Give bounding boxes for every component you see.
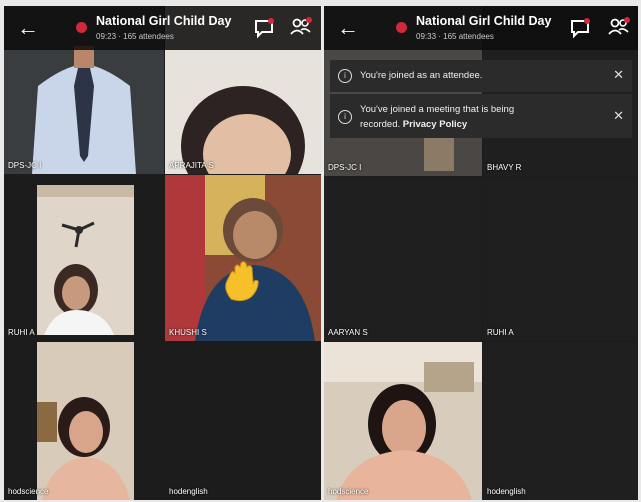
chat-icon[interactable] xyxy=(568,16,592,40)
notification-attendee: i You're joined as an attendee. ✕ xyxy=(330,60,632,92)
notification-recording: i You've joined a meeting that is being … xyxy=(330,94,632,138)
video-tile-ruhi[interactable]: RUHI A xyxy=(483,177,638,341)
video-tile-hodscience[interactable]: hodscience xyxy=(324,342,482,500)
notification-text: You're joined as an attendee. xyxy=(360,70,483,81)
close-icon[interactable]: ✕ xyxy=(613,67,624,83)
participant-name: RUHI A xyxy=(487,328,514,337)
meeting-top-bar: ← National Girl Child Day 09:23 · 165 at… xyxy=(4,6,321,50)
close-icon[interactable]: ✕ xyxy=(613,108,624,124)
participants-icon[interactable] xyxy=(288,15,314,41)
chat-icon[interactable] xyxy=(252,16,276,40)
recording-indicator-icon xyxy=(76,22,87,33)
participant-name: hodscience xyxy=(328,487,369,496)
participant-name: RUHI A xyxy=(8,328,35,337)
notification-text: You've joined a meeting that is being re… xyxy=(360,102,514,132)
participant-video xyxy=(4,342,164,500)
info-icon: i xyxy=(338,69,352,83)
participants-icon[interactable] xyxy=(606,15,632,41)
meeting-subtitle: 09:23 · 165 attendees xyxy=(96,32,174,41)
participant-name: AARYAN S xyxy=(328,328,368,337)
privacy-policy-link[interactable]: Privacy Policy xyxy=(403,119,467,130)
video-tile-khushi[interactable]: KHUSHI S xyxy=(165,175,321,341)
notification-line-1: You've joined a meeting that is being xyxy=(360,104,515,115)
meeting-subtitle: 09:33 · 165 attendees xyxy=(416,32,494,41)
back-arrow-icon[interactable]: ← xyxy=(334,15,362,41)
meeting-title: National Girl Child Day xyxy=(416,14,552,28)
video-tile-aaryan[interactable]: AARYAN S xyxy=(324,177,482,341)
meeting-window-right: DPS-JC I BHAVY R AARYAN S RUHI A hodscie… xyxy=(324,6,638,500)
participant-name: DPS-JC I xyxy=(8,161,42,170)
raised-hand-icon xyxy=(221,259,261,308)
meeting-title: National Girl Child Day xyxy=(96,14,232,28)
participant-name: KHUSHI S xyxy=(169,328,207,337)
participant-video xyxy=(324,342,482,500)
participant-name: APRAJITA S xyxy=(169,161,214,170)
video-tile-ruhi[interactable]: RUHI A xyxy=(4,175,164,341)
participant-name: hodenglish xyxy=(487,487,526,496)
meeting-top-bar: ← National Girl Child Day 09:33 · 165 at… xyxy=(324,6,638,50)
info-icon: i xyxy=(338,110,352,124)
back-arrow-icon[interactable]: ← xyxy=(14,15,42,41)
meeting-window-left: DPS-JC I APRAJITA S RUHI A KHUSHI S hods… xyxy=(4,6,321,500)
participant-name: DPS-JC I xyxy=(328,163,362,172)
video-tile-hodscience[interactable]: hodscience xyxy=(4,342,164,500)
video-tile-hodenglish[interactable]: hodenglish xyxy=(483,342,638,500)
video-tile-hodenglish[interactable]: hodenglish xyxy=(165,342,321,500)
participant-name: hodscience xyxy=(8,487,49,496)
recording-indicator-icon xyxy=(396,22,407,33)
participant-video xyxy=(165,175,321,341)
notification-line-2: recorded. xyxy=(360,119,401,130)
participant-name: hodenglish xyxy=(169,487,208,496)
participant-video xyxy=(4,175,164,341)
participant-name: BHAVY R xyxy=(487,163,522,172)
